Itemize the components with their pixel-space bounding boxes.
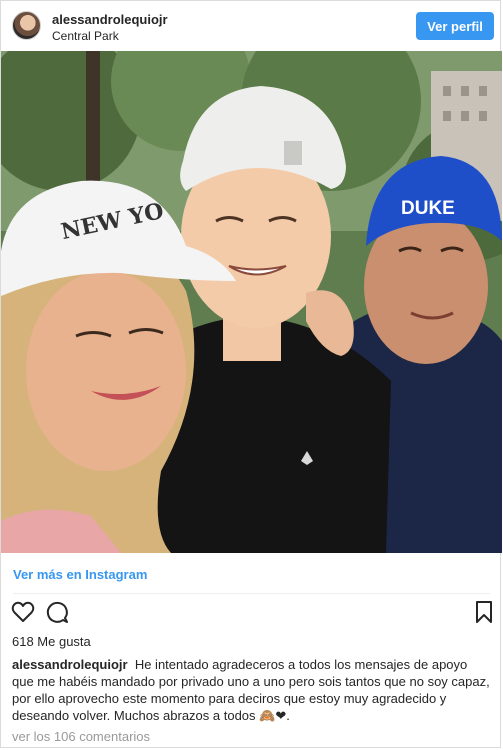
action-bar: [1, 599, 502, 629]
bookmark-icon[interactable]: [471, 599, 497, 625]
view-profile-button[interactable]: Ver perfil: [416, 12, 494, 40]
heart-icon[interactable]: [10, 599, 36, 625]
comment-bubble-icon[interactable]: [44, 599, 70, 625]
duke-cap-text: DUKE: [401, 198, 455, 219]
post-photo-image: DUKE NEW YO: [1, 51, 502, 553]
view-comments-link[interactable]: ver los 106 comentarios: [12, 729, 150, 744]
post-header: alessandrolequiojr Central Park Ver perf…: [1, 1, 502, 51]
instagram-embed-card: alessandrolequiojr Central Park Ver perf…: [0, 0, 502, 748]
caption-username[interactable]: alessandrolequiojr: [12, 657, 128, 672]
location[interactable]: Central Park: [52, 29, 119, 43]
view-more-instagram-link[interactable]: Ver más en Instagram: [13, 567, 147, 582]
post-photo[interactable]: DUKE NEW YO: [1, 51, 502, 553]
avatar[interactable]: [12, 11, 41, 40]
divider: [13, 593, 490, 594]
likes-count: 618 Me gusta: [12, 634, 91, 649]
caption: alessandrolequiojr He intentado agradece…: [12, 656, 492, 724]
username[interactable]: alessandrolequiojr: [52, 12, 168, 27]
